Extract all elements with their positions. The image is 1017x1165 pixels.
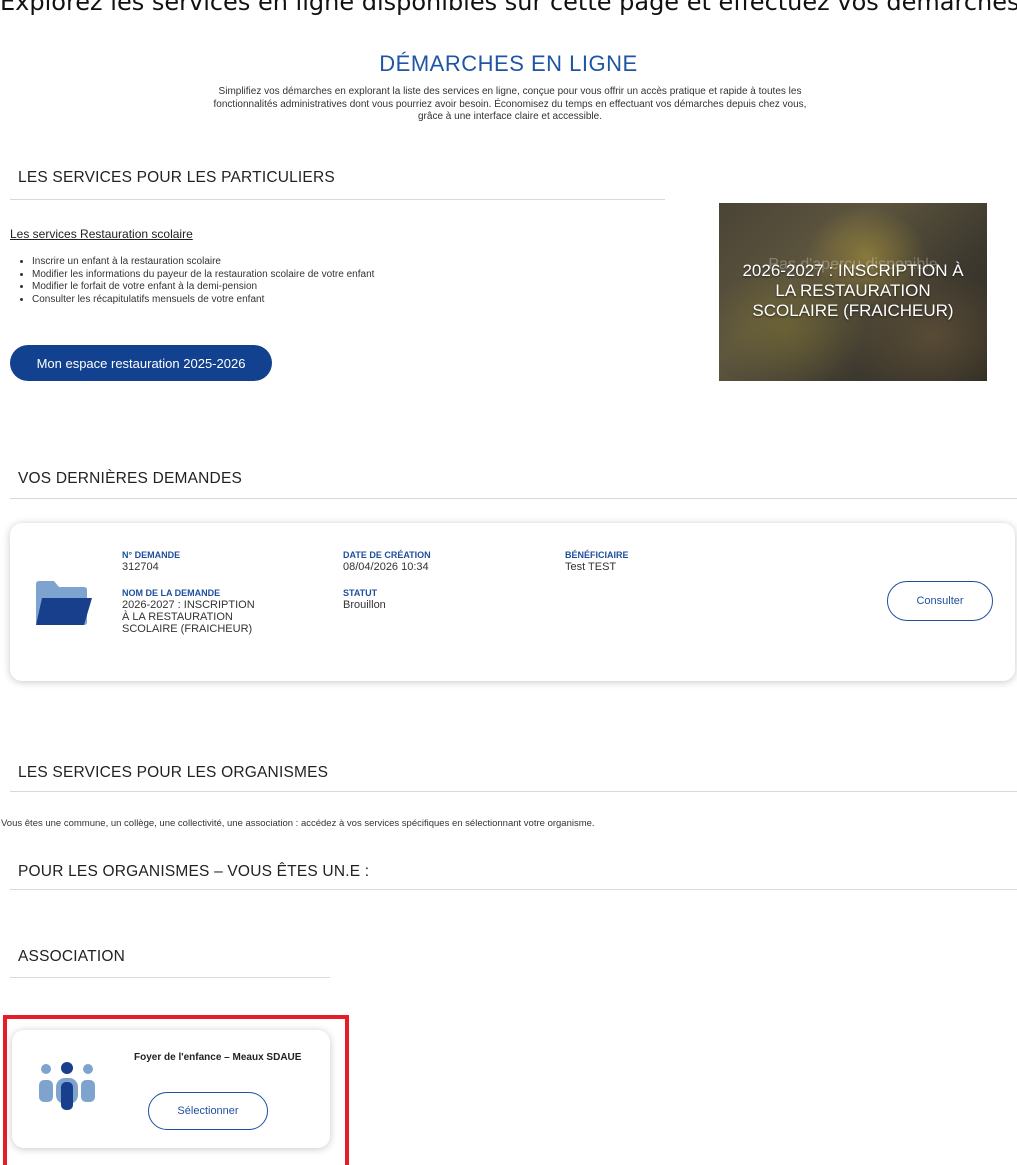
section-divider — [10, 498, 1017, 499]
organisme-name: Foyer de l'enfance – Meaux SDAUE — [134, 1052, 302, 1063]
top-strip-text: Explorez les services en ligne disponibl… — [0, 0, 1017, 16]
field-nom: NOM DE LA DEMANDE 2026-2027 : INSCRIPTIO… — [122, 588, 292, 635]
consulter-button[interactable]: Consulter — [887, 581, 993, 621]
field-statut: STATUT Brouillon — [343, 588, 513, 611]
field-beneficiaire: BÉNÉFICIAIRE Test TEST — [565, 550, 735, 573]
section-divider — [10, 791, 1017, 792]
folder-icon — [36, 581, 92, 625]
request-number: 312704 — [122, 561, 159, 573]
organisme-card: Foyer de l'enfance – Meaux SDAUE Sélecti… — [12, 1030, 330, 1148]
page-title: DÉMARCHES EN LIGNE — [379, 51, 638, 76]
promo-title: 2026-2027 : INSCRIPTION À LA RESTAURATIO… — [742, 261, 964, 320]
request-beneficiary: Test TEST — [565, 561, 617, 573]
field-date: DATE DE CRÉATION 08/04/2026 10:34 — [343, 550, 513, 573]
top-page-text: Explorez les services en ligne disponibl… — [0, 0, 1017, 20]
people-icon — [39, 1062, 95, 1110]
section-heading-organismes: LES SERVICES POUR LES ORGANISMES — [18, 764, 329, 781]
field-numero: N° DEMANDE 312704 — [122, 550, 292, 573]
list-item: Consulter les récapitulatifs mensuels de… — [32, 294, 512, 307]
field-label: STATUT — [343, 588, 378, 598]
category-heading-association: ASSOCIATION — [18, 948, 125, 965]
field-label: N° DEMANDE — [122, 550, 181, 560]
field-label: BÉNÉFICIAIRE — [565, 550, 629, 560]
list-item: Inscrire un enfant à la restauration sco… — [32, 256, 512, 269]
list-item: Modifier le forfait de votre enfant à la… — [32, 281, 512, 294]
promo-tile-inscription[interactable]: Pas d'aperçu disponible 2026-2027 : INSC… — [719, 203, 987, 381]
mon-espace-restauration-button[interactable]: Mon espace restauration 2025-2026 — [10, 345, 272, 381]
restauration-services-link[interactable]: Les services Restauration scolaire — [10, 227, 193, 241]
services-list: Inscrire un enfant à la restauration sco… — [22, 256, 512, 306]
selectionner-button[interactable]: Sélectionner — [148, 1092, 268, 1130]
request-name: 2026-2027 : INSCRIPTION À LA RESTAURATIO… — [122, 599, 255, 635]
page-intro: Simplifiez vos démarches en explorant la… — [213, 86, 807, 122]
section-heading-particuliers: LES SERVICES POUR LES PARTICULIERS — [18, 169, 335, 186]
section-heading-vous-etes: POUR LES ORGANISMES – VOUS ÊTES UN.E : — [18, 863, 370, 880]
field-label: DATE DE CRÉATION — [343, 550, 431, 560]
section-divider — [10, 889, 1017, 890]
section-heading-demandes: VOS DERNIÈRES DEMANDES — [18, 470, 243, 487]
field-label: NOM DE LA DEMANDE — [122, 588, 221, 598]
request-date: 08/04/2026 10:34 — [343, 561, 429, 573]
request-card: N° DEMANDE 312704 NOM DE LA DEMANDE 2026… — [10, 523, 1015, 681]
section-divider — [10, 199, 665, 200]
list-item: Modifier les informations du payeur de l… — [32, 269, 512, 282]
organismes-description: Vous êtes une commune, un collège, une c… — [1, 818, 595, 829]
request-status: Brouillon — [343, 599, 386, 611]
section-divider — [10, 977, 330, 978]
